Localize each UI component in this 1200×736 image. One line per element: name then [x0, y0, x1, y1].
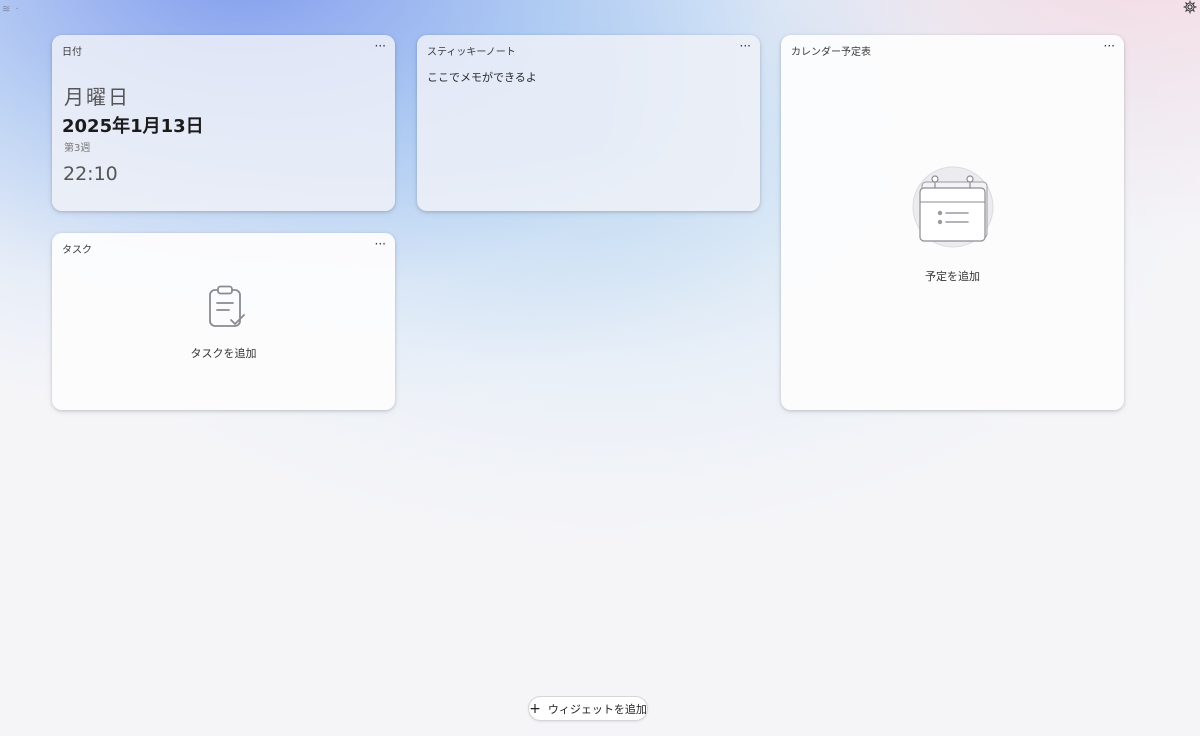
sticky-note-widget-menu-button[interactable]: ··· [740, 38, 751, 54]
time-label: 22:10 [63, 163, 118, 185]
add-widget-button[interactable]: + ウィジェットを追加 [528, 696, 648, 721]
gear-icon[interactable] [1183, 0, 1197, 14]
plus-icon: + [529, 700, 541, 717]
task-widget-menu-button[interactable]: ··· [375, 236, 386, 252]
week-number-label: 第3週 [64, 143, 91, 154]
corner-glyph: ≋ · [2, 4, 20, 15]
calendar-icon [912, 166, 994, 248]
task-widget-title: タスク [62, 245, 92, 256]
calendar-widget-menu-button[interactable]: ··· [1104, 38, 1115, 54]
sticky-note-widget[interactable]: スティッキーノート ··· ここでメモができるよ [417, 35, 760, 211]
task-widget[interactable]: タスク ··· タスクを追加 [52, 233, 395, 410]
sticky-note-text[interactable]: ここでメモができるよ [427, 69, 537, 85]
add-event-link[interactable]: 予定を追加 [781, 268, 1124, 284]
date-widget-title: 日付 [62, 47, 82, 58]
clipboard-check-icon [209, 285, 245, 327]
add-task-link[interactable]: タスクを追加 [52, 345, 395, 361]
add-widget-label: ウィジェットを追加 [547, 702, 647, 716]
date-widget-menu-button[interactable]: ··· [375, 38, 386, 54]
date-label: 2025年1月13日 [62, 116, 204, 137]
sticky-note-widget-title: スティッキーノート [427, 47, 516, 58]
weekday-label: 月曜日 [64, 85, 130, 109]
date-widget[interactable]: 日付 ··· 月曜日 2025年1月13日 第3週 22:10 [52, 35, 395, 211]
calendar-widget[interactable]: カレンダー予定表 ··· 予定を追加 [781, 35, 1124, 410]
calendar-widget-title: カレンダー予定表 [791, 47, 871, 58]
